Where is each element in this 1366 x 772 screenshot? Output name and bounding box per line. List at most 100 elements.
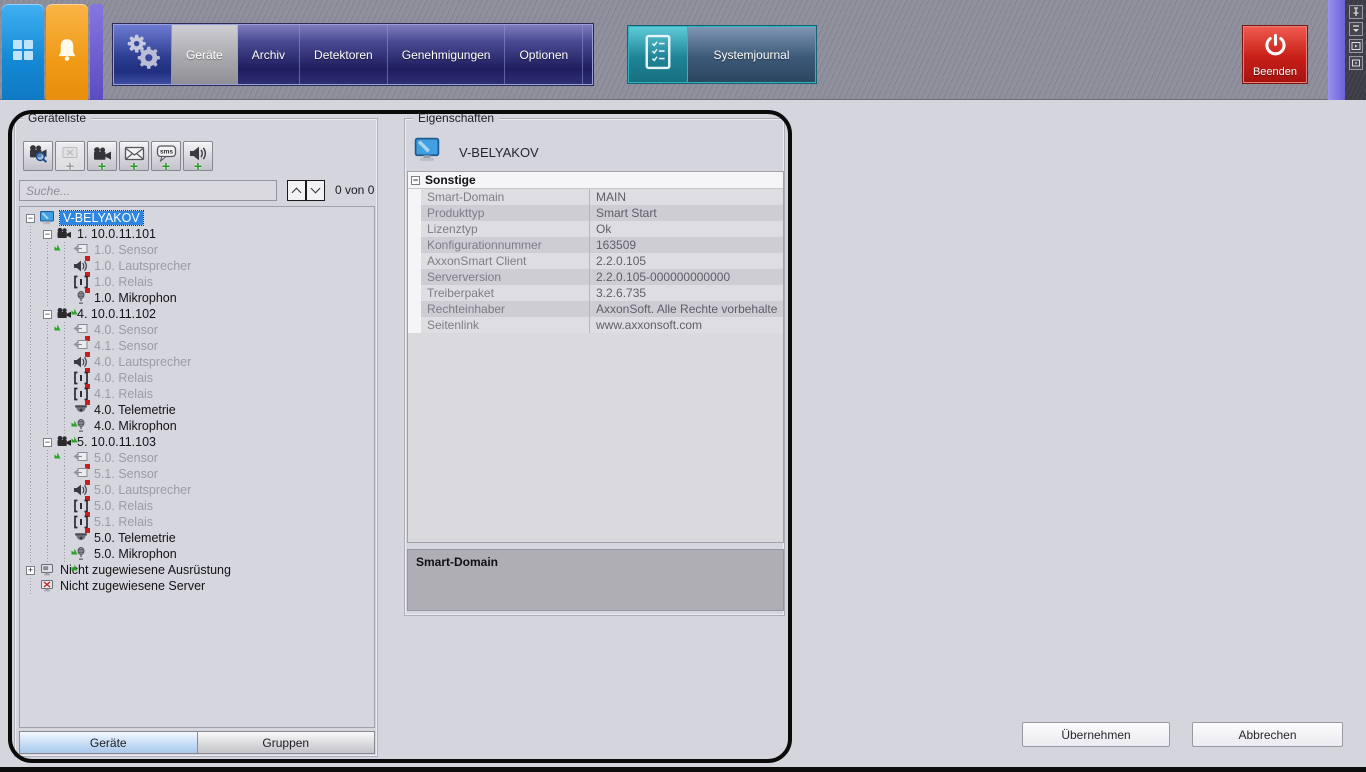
relay-icon [73,499,90,517]
tree-item[interactable]: 4.0. Telemetrie [20,402,374,427]
add-email-button[interactable]: + [119,141,149,173]
property-value[interactable]: www.axxonsoft.com [589,317,783,333]
property-value[interactable]: MAIN [589,189,783,205]
speaker-icon [73,483,90,501]
row-indent [408,269,421,285]
microphone-icon [71,547,89,571]
collapse-icon[interactable] [1349,22,1363,36]
tree-item[interactable]: 1.0. Lautsprecher [20,258,374,277]
tree-guide [22,338,39,354]
tree-item-label: 4.1. Relais [94,387,154,401]
tree-item-label: 4.0. Telemetrie [94,403,176,417]
tree-guide [22,258,39,274]
collapse-group-icon[interactable]: − [411,175,420,185]
tree-item[interactable]: 5.0. Sensor [20,450,374,469]
tree-item[interactable]: 4.0. Lautsprecher [20,354,374,373]
property-row: Lizenztyp Ok [408,221,783,237]
journal-icon [629,27,688,82]
sensor-icon [73,339,90,357]
collapse-icon[interactable]: − [22,213,39,223]
settings-gears-icon [114,25,172,84]
tab-detektoren[interactable]: Detektoren [300,25,388,84]
property-row: Produkttyp Smart Start [408,205,783,221]
property-value[interactable]: Smart Start [589,205,783,221]
tree-item[interactable]: 4.1. Sensor [20,338,374,357]
tab-optionen[interactable]: Optionen [505,25,584,84]
camera-lg-icon [92,146,113,167]
property-value[interactable]: 2.2.0.105-000000000000 [589,269,783,285]
property-label: Konfigurationnummer [427,238,542,252]
active-marker [71,430,78,443]
tree-item[interactable]: −1. 10.0.11.101 [20,226,374,251]
tree-item[interactable]: 5.0. Lautsprecher [20,482,374,501]
camera-icon [54,435,72,459]
tree-item[interactable]: Nicht zugewiesene Server [20,578,374,594]
property-row: Smart-Domain MAIN [408,189,783,205]
camera-icon [54,227,72,251]
tree-guide [56,466,73,482]
pin-icon[interactable] [1349,5,1363,19]
systemjournal-button[interactable]: Systemjournal [628,26,816,83]
cancel-button[interactable]: Abbrechen [1192,722,1343,747]
tree-item[interactable]: 1.0. Mikrophon [20,290,374,315]
property-grid: − Sonstige Smart-Domain MAIN Produkttyp Sma… [407,171,784,543]
property-value[interactable]: 2.2.0.105 [589,253,783,269]
tree-item[interactable]: 1.0. Relais [20,274,374,293]
search-input[interactable] [19,180,277,201]
bottom-tab-gruppen[interactable]: Gruppen [197,731,375,754]
tree-item[interactable]: 5.0. Mikrophon [20,546,374,571]
search-prev-button[interactable] [287,180,306,201]
add-camera-button[interactable]: + [87,141,117,173]
property-row: Konfigurationnummer 163509 [408,237,783,253]
tree-item[interactable]: − V-BELYAKOV [20,210,374,226]
tab-archiv[interactable]: Archiv [238,25,301,84]
tree-guide [56,498,73,514]
tree-item[interactable]: 1.0. Sensor [20,242,374,261]
tree-item-label: 5. 10.0.11.103 [77,435,157,449]
property-value[interactable]: 163509 [589,237,783,253]
tree-guide [39,290,56,306]
apply-button[interactable]: Übernehmen [1022,722,1170,747]
tree-item[interactable]: 5.1. Relais [20,514,374,533]
property-value[interactable]: Ok [589,221,783,237]
gears-icon [122,31,164,78]
accent-strip [90,4,103,100]
tree-guide [39,482,56,498]
add-sms-button[interactable]: sms + [151,141,181,173]
tab-genehmigungen[interactable]: Genehmigungen [388,25,506,84]
tree-item[interactable]: 5.1. Sensor [20,466,374,485]
panel-small-icon[interactable] [1349,56,1363,70]
panel-right-icon[interactable] [1349,39,1363,53]
object-name: V-BELYAKOV [459,145,539,160]
tree-item[interactable]: 5.0. Relais [20,498,374,517]
tree-guide [56,370,73,386]
tree-guide [39,546,56,562]
tree-item[interactable]: 4.1. Relais [20,386,374,405]
tree-item[interactable]: 5.0. Telemetrie [20,530,374,555]
search-next-button[interactable] [306,180,325,201]
property-group-header[interactable]: − Sonstige [408,172,783,189]
property-value[interactable]: 3.2.6.735 [589,285,783,301]
tree-item[interactable]: 4.0. Sensor [20,322,374,341]
search-devices-button[interactable] [23,141,53,171]
device-toolbar: + + + sms + + [23,141,213,173]
relay-icon [73,371,90,389]
sms-icon: sms [156,145,177,167]
tree-item[interactable]: 4.0. Relais [20,370,374,389]
sidebar-tab-alarms[interactable] [46,4,88,100]
tree-guide [39,258,56,274]
property-value[interactable]: AxxonSoft. Alle Rechte vorbehalte [589,301,783,317]
active-marker [71,558,78,571]
add-unassigned-button: + [55,141,85,173]
bottom-tab-geraete[interactable]: Geräte [19,731,198,754]
property-label: Produkttyp [427,206,485,220]
device-tree: − V-BELYAKOV −1. 10.0.11.101 1.0. Sensor 1.0… [19,206,375,728]
tab-geraete[interactable]: Geräte [172,25,238,84]
expand-icon[interactable]: + [22,565,39,575]
beenden-button[interactable]: Beenden [1243,26,1307,83]
tree-guide [39,274,56,290]
add-speaker-button[interactable]: + [183,141,213,173]
sidebar-tab-apps[interactable] [2,4,44,100]
tree-guide [56,482,73,498]
tree-item[interactable]: 4.0. Mikrophon [20,418,374,443]
